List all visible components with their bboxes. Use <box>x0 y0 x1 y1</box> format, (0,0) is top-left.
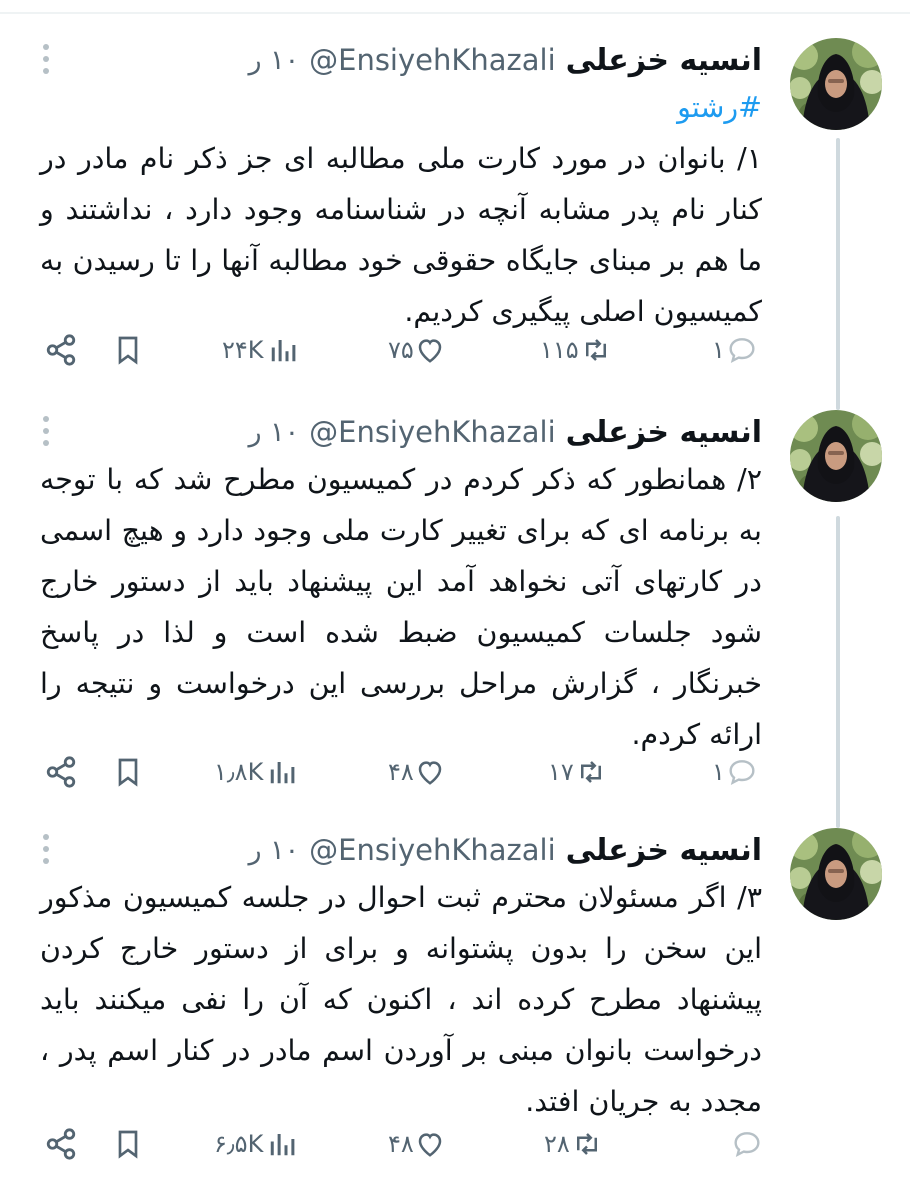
more-icon[interactable] <box>38 40 54 78</box>
views-count: ۱٫۸K <box>214 758 264 786</box>
tweet-text: ۳/ اگر مسئولان محترم ثبت احوال در جلسه ک… <box>40 881 762 1118</box>
views-button[interactable]: ۲۴K <box>222 330 298 370</box>
views-count: ۲۴K <box>222 336 264 364</box>
like-count: ۷۵ <box>388 336 414 364</box>
tweet-time[interactable]: ۱۰ ر <box>248 835 299 866</box>
share-icon <box>46 334 76 366</box>
retweet-button[interactable]: ۱۷ <box>548 752 608 792</box>
reply-icon <box>734 1132 760 1157</box>
share-button[interactable] <box>44 752 78 792</box>
tweet-text-container: ۲/ همانطور که ذکر کردم در کمیسیون مطرح ش… <box>40 454 762 760</box>
retweet-count: ۲۸ <box>544 1130 570 1158</box>
retweet-icon <box>580 761 601 783</box>
like-button[interactable]: ۴۸ <box>388 1124 446 1164</box>
retweet-icon <box>585 339 606 361</box>
user-handle[interactable]: @EnsiyehKhazali <box>309 415 556 449</box>
reply-icon <box>729 760 755 785</box>
user-handle[interactable]: @EnsiyehKhazali <box>309 833 556 867</box>
like-count: ۴۸ <box>388 1130 414 1158</box>
tweet[interactable]: ۱۰ ر @EnsiyehKhazali انسیه خزعلی #رشتو ۱… <box>0 38 910 378</box>
bookmark-button[interactable] <box>112 1124 144 1164</box>
bookmark-icon <box>118 336 138 365</box>
like-button[interactable]: ۷۵ <box>388 330 446 370</box>
views-count: ۶٫۵K <box>214 1130 264 1158</box>
share-icon <box>46 756 76 788</box>
tweet-time[interactable]: ۱۰ ر <box>248 45 299 76</box>
tweet[interactable]: ۱۰ ر @EnsiyehKhazali انسیه خزعلی ۲/ همان… <box>0 410 910 800</box>
views-button[interactable]: ۱٫۸K <box>214 752 297 792</box>
tweet-actions: ۲۴K ۷۵ ۱۱۵ ۱ <box>0 330 910 370</box>
tweet-header: ۱۰ ر @EnsiyehKhazali انسیه خزعلی <box>248 38 762 82</box>
like-button[interactable]: ۴۸ <box>388 752 446 792</box>
hashtag-link[interactable]: #رشتو <box>40 82 762 133</box>
retweet-icon <box>576 1133 597 1155</box>
avatar[interactable] <box>790 38 882 130</box>
reply-count: ۱ <box>712 758 725 786</box>
avatar[interactable] <box>790 828 882 920</box>
more-icon[interactable] <box>38 830 54 868</box>
retweet-button[interactable]: ۱۱۵ <box>540 330 613 370</box>
views-icon <box>271 762 295 784</box>
views-icon <box>271 340 295 362</box>
retweet-count: ۱۱۵ <box>540 336 579 364</box>
reply-button[interactable] <box>730 1124 764 1164</box>
tweet-time[interactable]: ۱۰ ر <box>248 417 299 448</box>
display-name[interactable]: انسیه خزعلی <box>566 833 762 868</box>
top-divider <box>0 12 910 14</box>
share-icon <box>46 1128 76 1160</box>
tweet-text-container: #رشتو ۱/ بانوان در مورد کارت ملی مطالبه … <box>40 82 762 337</box>
tweet[interactable]: ۱۰ ر @EnsiyehKhazali انسیه خزعلی ۳/ اگر … <box>0 828 910 1168</box>
tweet-header: ۱۰ ر @EnsiyehKhazali انسیه خزعلی <box>248 828 762 872</box>
bookmark-button[interactable] <box>112 330 144 370</box>
bookmark-button[interactable] <box>112 752 144 792</box>
reply-count: ۱ <box>712 336 725 364</box>
views-button[interactable]: ۶٫۵K <box>214 1124 297 1164</box>
reply-icon <box>729 338 755 363</box>
tweet-actions: ۶٫۵K ۴۸ ۲۸ <box>0 1124 910 1164</box>
tweet-actions: ۱٫۸K ۴۸ ۱۷ ۱ <box>0 752 910 792</box>
display-name[interactable]: انسیه خزعلی <box>566 415 762 450</box>
heart-icon <box>418 761 442 785</box>
avatar[interactable] <box>790 410 882 502</box>
like-count: ۴۸ <box>388 758 414 786</box>
share-button[interactable] <box>44 1124 78 1164</box>
display-name[interactable]: انسیه خزعلی <box>566 43 762 78</box>
tweet-text-container: ۳/ اگر مسئولان محترم ثبت احوال در جلسه ک… <box>40 872 762 1127</box>
user-handle[interactable]: @EnsiyehKhazali <box>309 43 556 77</box>
reply-button[interactable]: ۱ <box>712 752 759 792</box>
views-icon <box>271 1134 295 1156</box>
share-button[interactable] <box>44 330 78 370</box>
heart-icon <box>418 339 442 363</box>
tweet-text: ۱/ بانوان در مورد کارت ملی مطالبه ای جز … <box>40 142 762 328</box>
reply-button[interactable]: ۱ <box>712 330 759 370</box>
retweet-button[interactable]: ۲۸ <box>544 1124 604 1164</box>
bookmark-icon <box>118 758 138 787</box>
retweet-count: ۱۷ <box>548 758 574 786</box>
tweet-text: ۲/ همانطور که ذکر کردم در کمیسیون مطرح ش… <box>40 463 762 751</box>
more-icon[interactable] <box>38 412 54 450</box>
bookmark-icon <box>118 1130 138 1159</box>
tweet-header: ۱۰ ر @EnsiyehKhazali انسیه خزعلی <box>248 410 762 454</box>
heart-icon <box>418 1133 442 1157</box>
